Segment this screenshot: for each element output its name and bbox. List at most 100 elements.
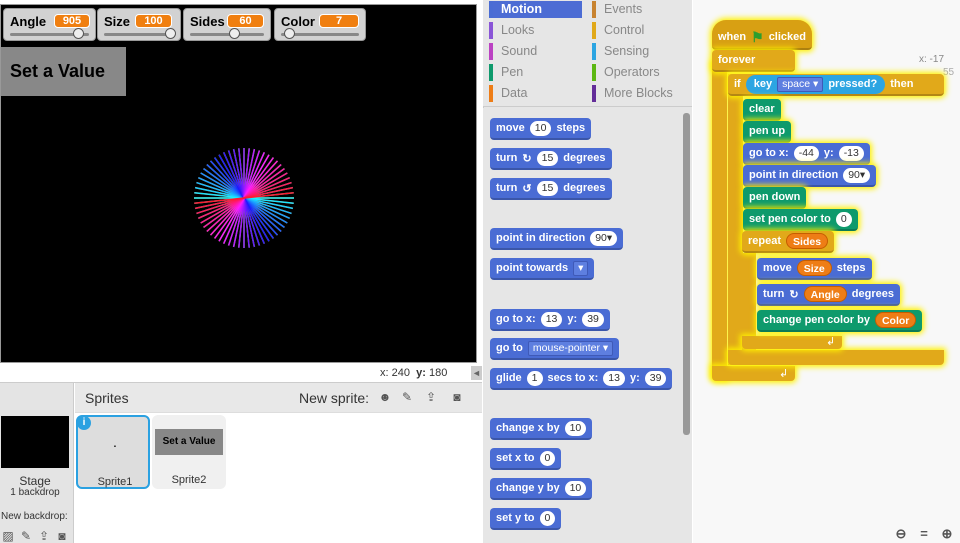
color-slider-monitor[interactable]: Color 7 [274,8,366,41]
block-go-to-xy[interactable]: go to x: -44 y: -13 [743,143,870,165]
block-clear[interactable]: clear [743,99,781,121]
block-move-steps[interactable]: move 10 steps [490,118,592,140]
category-sound[interactable]: Sound [489,43,582,60]
category-looks[interactable]: Looks [489,22,582,39]
block-pen-up[interactable]: pen up [743,121,792,143]
if-block[interactable]: if key space ▾ pressed? then [728,74,944,96]
category-events[interactable]: Events [592,1,685,18]
y-label: y: [416,367,426,379]
block-move-steps[interactable]: move Size steps [757,258,872,280]
sprite-card-sprite2[interactable]: Set a Value Sprite2 [152,415,226,489]
block-turn-ccw[interactable]: turn ↺ 15 degrees [490,178,612,200]
mouse-y-value: 180 [428,367,448,379]
new-sprite-label: New sprite: [299,390,370,406]
block-change-pen-color[interactable]: change pen color by Color [757,310,923,332]
block-change-y[interactable]: change y by 10 [490,478,593,500]
sides-slider-monitor[interactable]: Sides 60 [183,8,271,41]
angle-slider-monitor[interactable]: Angle 905 [3,8,96,41]
mouse-x-value: 240 [391,367,410,379]
script-coordinates: x: -17 [919,54,945,65]
block-go-to-xy[interactable]: go to x: 13 y: 39 [490,309,610,331]
x-label: x: [380,367,389,379]
loop-arrow-icon: ↲ [779,368,789,380]
key-pressed-boolean[interactable]: key space ▾ pressed? [745,74,886,94]
sprite-thumbnail: · [82,422,148,472]
block-point-in-direction[interactable]: point in direction 90▾ [743,165,877,187]
paint-brush-icon[interactable]: ✎ [18,529,34,543]
category-swatch [489,1,493,18]
sprite-name: Sprite2 [171,474,207,486]
category-swatch [489,85,493,102]
category-data[interactable]: Data [489,85,582,102]
category-selector: Motion Looks Sound Pen Data Events Contr… [483,0,692,107]
monitor-value: 60 [227,14,264,28]
zoom-in-icon[interactable]: ⊕ [940,527,954,541]
rotate-cw-icon: ↻ [522,152,532,165]
zoom-out-icon[interactable]: ⊖ [894,527,908,541]
stage-thumbnail[interactable] [1,416,69,468]
slider-knob[interactable] [284,28,296,39]
slider-knob[interactable] [229,28,240,39]
stage-title: Stage [19,474,51,488]
block-point-in-direction[interactable]: point in direction 90▾ [490,228,624,250]
block-pen-down[interactable]: pen down [743,187,807,209]
block-go-to[interactable]: go to mouse-pointer ▾ [490,338,620,360]
zoom-reset-icon[interactable]: = [917,527,931,541]
sprite-library-icon[interactable]: ☻ [377,390,393,404]
backdrop-library-icon[interactable]: ▨ [0,529,16,543]
forever-c-arm [712,62,727,380]
slider-track[interactable] [104,33,174,36]
upload-icon[interactable]: ⇪ [36,529,52,543]
category-swatch [592,1,596,18]
sprites-header [75,383,482,413]
dropdown-arrow[interactable]: ▾ [573,260,589,276]
category-swatch [592,64,596,81]
palette-scrollbar[interactable] [683,113,690,435]
backdrop-count: 1 backdrop [10,487,60,498]
category-motion[interactable]: Motion [489,1,582,18]
block-set-y[interactable]: set y to 0 [490,508,562,530]
collapse-stage-button[interactable]: ◄ [471,366,482,380]
loop-arrow-icon: ↲ [826,336,836,348]
block-turn-cw[interactable]: turn ↻ Angle degrees [757,284,900,306]
camera-icon[interactable]: ◙ [54,529,70,543]
block-turn-cw[interactable]: turn ↻ 15 degrees [490,148,612,170]
sprite-thumbnail: Set a Value [155,429,223,455]
category-swatch [592,43,596,60]
monitor-value: 7 [319,14,359,28]
set-value-sprite[interactable]: Set a Value [1,47,126,96]
category-swatch [592,22,596,39]
forever-block[interactable]: forever [712,50,795,72]
block-repeat[interactable]: repeat Sides [742,231,835,253]
monitor-label: Angle [10,14,47,29]
slider-knob[interactable] [73,28,84,39]
info-icon[interactable]: i [77,416,91,430]
when-flag-clicked-hat[interactable]: when ⚑ clicked [712,20,812,50]
category-swatch [489,64,493,81]
monitor-value: 905 [54,14,90,28]
block-point-towards[interactable]: point towards ▾ [490,258,595,280]
green-flag-icon: ⚑ [751,28,764,45]
block-set-pen-color[interactable]: set pen color to 0 [743,209,858,231]
paint-brush-icon[interactable]: ✎ [399,390,415,404]
block-change-x[interactable]: change x by 10 [490,418,593,440]
category-sensing[interactable]: Sensing [592,43,685,60]
slider-track[interactable] [190,33,264,36]
rotate-cw-icon: ↻ [789,288,799,301]
block-set-x[interactable]: set x to 0 [490,448,562,470]
slider-knob[interactable] [165,28,176,39]
if-bottom [728,350,944,365]
monitor-label: Sides [190,14,225,29]
sprites-title: Sprites [85,390,129,406]
block-glide[interactable]: glide 1 secs to x: 13 y: 39 [490,368,673,390]
size-slider-monitor[interactable]: Size 100 [97,8,181,41]
category-swatch [489,43,493,60]
upload-icon[interactable]: ⇪ [423,390,439,404]
script-coordinates-y: 55 [943,67,955,78]
category-operators[interactable]: Operators [592,64,685,81]
category-pen[interactable]: Pen [489,64,582,81]
camera-icon[interactable]: ◙ [449,390,465,404]
category-more-blocks[interactable]: More Blocks [592,85,685,102]
if-c-arm [728,74,743,365]
category-control[interactable]: Control [592,22,685,39]
